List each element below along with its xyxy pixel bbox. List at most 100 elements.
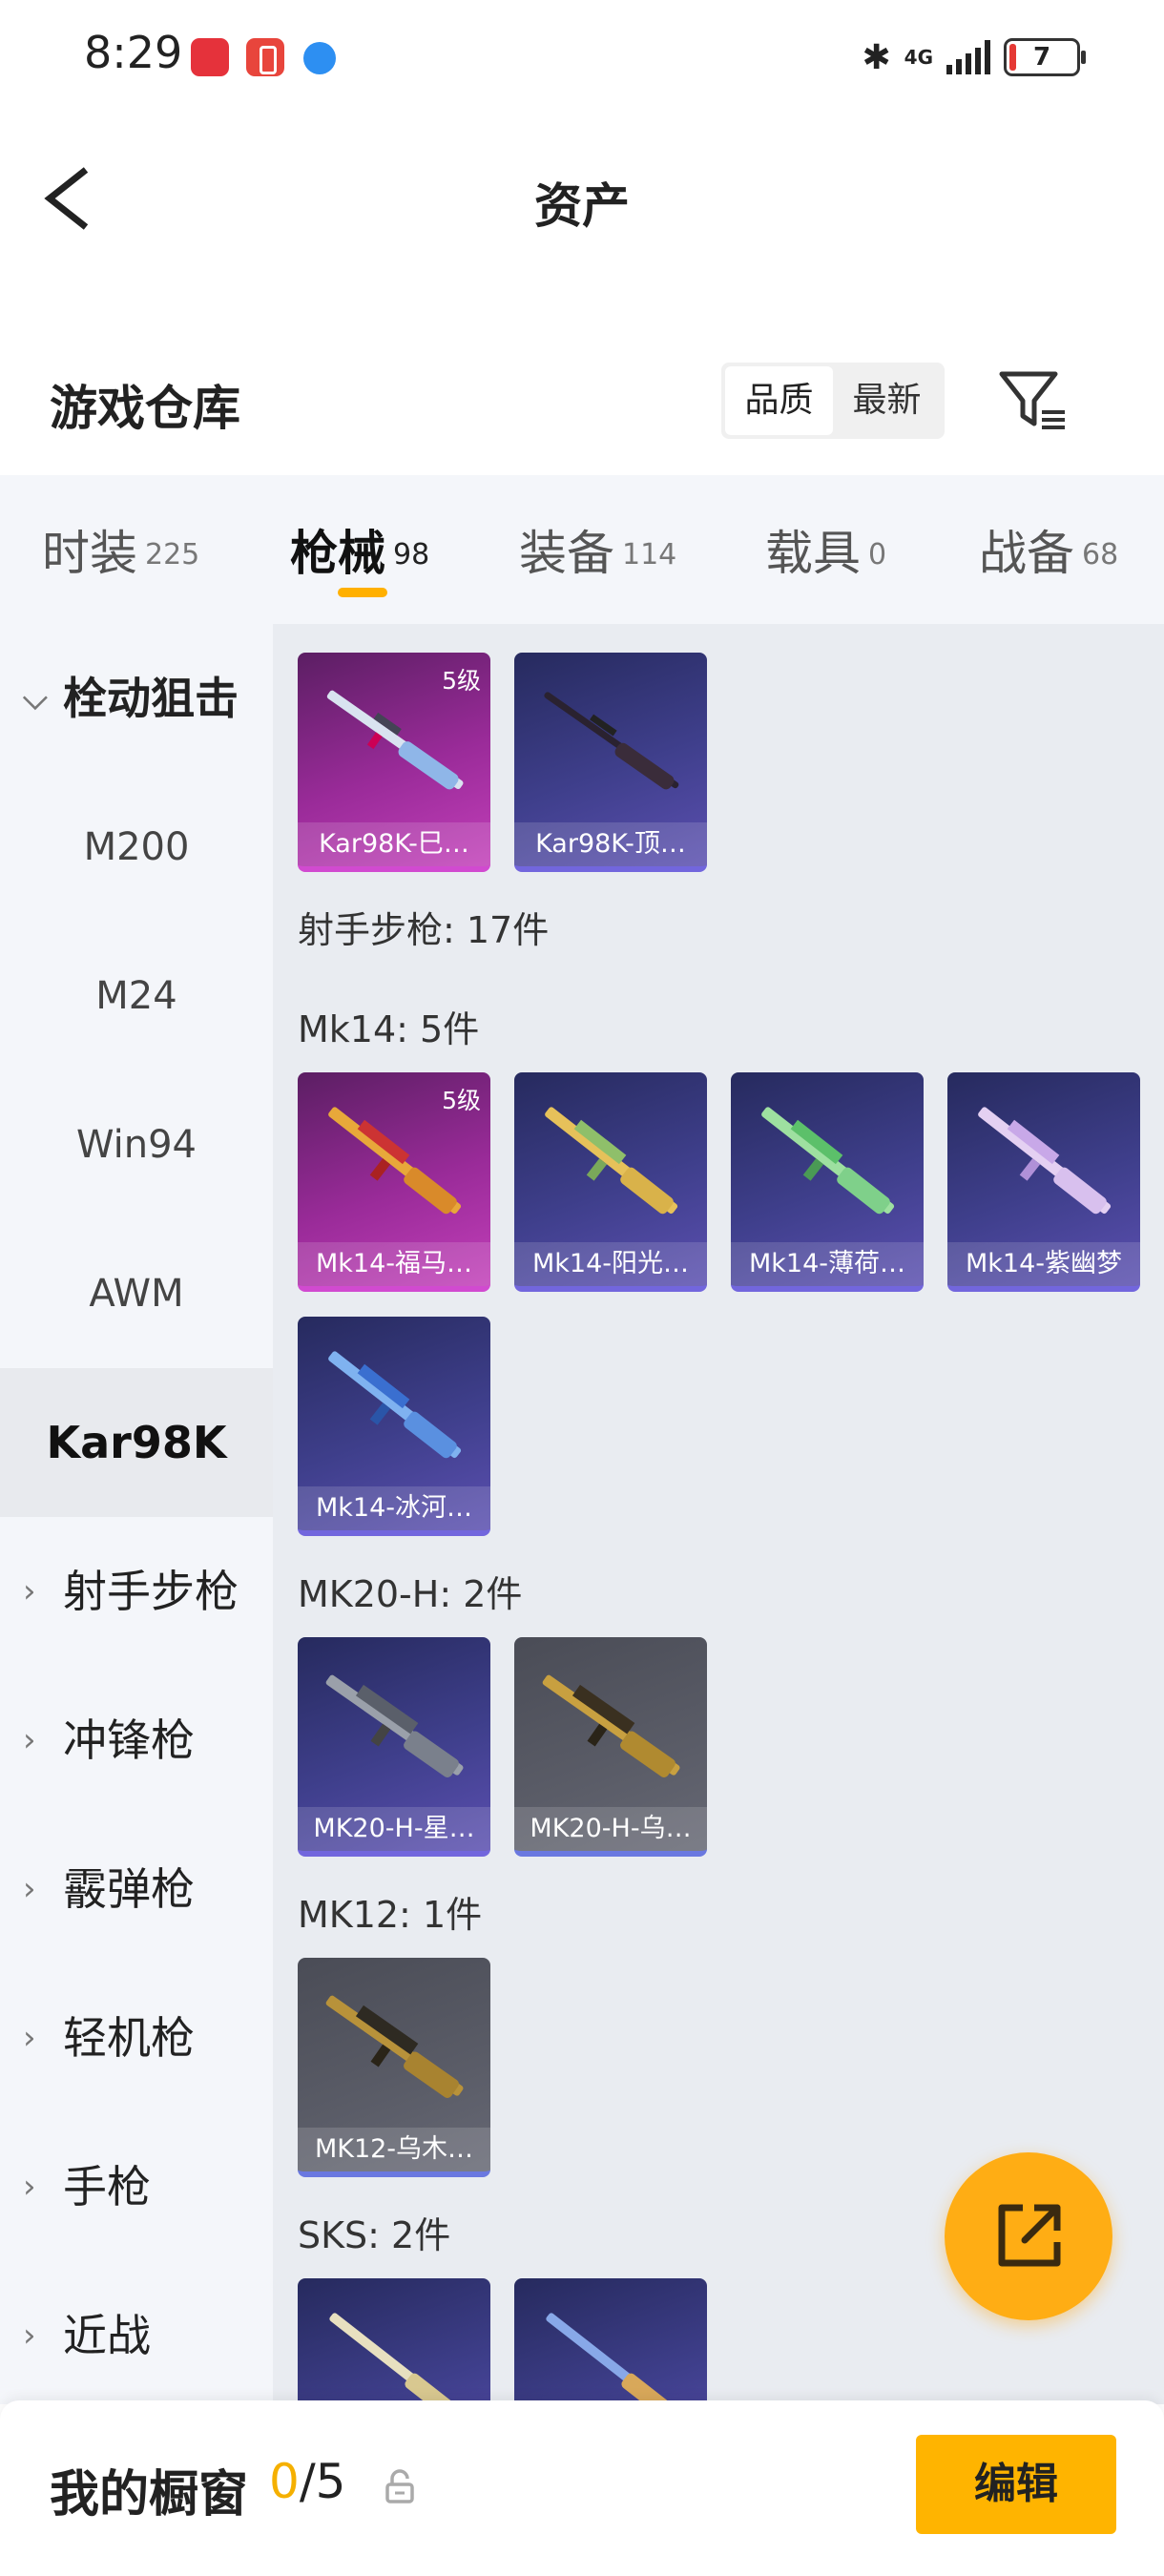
tab-label: 战备 bbox=[979, 526, 1074, 581]
network-type: 4G bbox=[904, 46, 933, 69]
sidebar-item-label: 近战 bbox=[63, 2310, 151, 2361]
tab-combat-gear[interactable]: 战备 68 bbox=[979, 515, 1118, 584]
chevron-right-icon: › bbox=[23, 2019, 36, 2057]
tab-label: 装备 bbox=[519, 526, 614, 581]
weapon-grid: 5级 Kar98K-巳… Kar98K-顶… 射手步枪: 17件 Mk14: 5… bbox=[273, 624, 1164, 2404]
tab-count: 98 bbox=[393, 537, 430, 571]
sidebar-item-m200[interactable]: M200 bbox=[0, 773, 273, 922]
status-time: 8:29 bbox=[84, 27, 183, 78]
status-indicators: ✱ 4G 7 bbox=[862, 32, 1086, 82]
chevron-right-icon: › bbox=[23, 2168, 36, 2206]
weapon-card[interactable]: Mk14-冰河… bbox=[298, 1317, 490, 1536]
chevron-right-icon: › bbox=[23, 2316, 36, 2355]
weapon-card[interactable]: MK12-乌木… bbox=[298, 1958, 490, 2177]
chevron-right-icon: › bbox=[23, 1870, 36, 1908]
tab-label: 时装 bbox=[42, 526, 137, 581]
rifle-image bbox=[325, 1674, 464, 1777]
share-external-icon bbox=[998, 2204, 1061, 2267]
card-level: 5级 bbox=[442, 667, 481, 695]
sidebar-item-shotgun[interactable]: › 霰弹枪 bbox=[0, 1815, 273, 1963]
tab-count: 225 bbox=[145, 537, 200, 571]
weapon-card[interactable]: 5级 Kar98K-巳… bbox=[298, 653, 490, 872]
card-name: Mk14-薄荷… bbox=[731, 1242, 924, 1286]
sidebar-item-kar98k[interactable]: Kar98K bbox=[0, 1368, 273, 1517]
card-name: Mk14-福马… bbox=[298, 1242, 490, 1286]
sidebar-item-marksman[interactable]: › 射手步枪 bbox=[0, 1517, 273, 1666]
weapon-card[interactable]: MK20-H-星… bbox=[298, 1637, 490, 1857]
weapon-card[interactable]: Mk14-薄荷… bbox=[731, 1072, 924, 1292]
sidebar-item-win94[interactable]: Win94 bbox=[0, 1070, 273, 1219]
card-name: MK20-H-乌… bbox=[514, 1807, 707, 1851]
weapon-card[interactable]: MK20-H-乌… bbox=[514, 1637, 707, 1857]
sidebar-item-m24[interactable]: M24 bbox=[0, 922, 273, 1070]
card-name: Kar98K-巳… bbox=[298, 822, 490, 866]
browser-app-icon bbox=[303, 42, 336, 74]
tab-vehicles[interactable]: 载具 0 bbox=[765, 515, 886, 584]
group-title: SKS: 2件 bbox=[298, 2214, 451, 2256]
battery-icon: 7 bbox=[1004, 38, 1086, 76]
weapon-card[interactable] bbox=[298, 2278, 490, 2404]
sidebar-item-label: 轻机枪 bbox=[63, 2012, 195, 2064]
sort-toggle: 品质 最新 bbox=[721, 363, 945, 439]
edit-button[interactable]: 编辑 bbox=[916, 2435, 1116, 2534]
sort-quality-button[interactable]: 品质 bbox=[725, 366, 833, 435]
sidebar-item-awm[interactable]: AWM bbox=[0, 1219, 273, 1368]
weapon-category-sidebar: ⌵ 栓动狙击 M200 M24 Win94 AWM Kar98K › 射手步枪 › 冲… bbox=[0, 624, 273, 2404]
rifle-image bbox=[978, 1107, 1112, 1215]
rifle-image bbox=[329, 2313, 462, 2404]
tab-label: 枪械 bbox=[290, 526, 385, 581]
sidebar-item-bolt-action[interactable]: ⌵ 栓动狙击 bbox=[0, 624, 273, 773]
tab-equipment[interactable]: 装备 114 bbox=[519, 515, 676, 584]
share-fab-button[interactable] bbox=[945, 2152, 1112, 2320]
lock-icon bbox=[385, 2469, 414, 2503]
sort-latest-button[interactable]: 最新 bbox=[833, 366, 941, 435]
rifle-image bbox=[761, 1107, 895, 1215]
card-name: Kar98K-顶… bbox=[514, 822, 707, 866]
sidebar-item-label: 冲锋枪 bbox=[63, 1714, 195, 1766]
rifle-image bbox=[542, 1674, 680, 1777]
card-name: Mk14-冰河… bbox=[298, 1486, 490, 1530]
showcase-count-total: /5 bbox=[299, 2454, 346, 2509]
status-bar: 8:29 ✱ 4G 7 bbox=[0, 0, 1164, 114]
weapon-card[interactable]: Mk14-阳光… bbox=[514, 1072, 707, 1292]
sidebar-item-label: 霰弹枪 bbox=[63, 1863, 195, 1915]
card-level: 5级 bbox=[442, 1087, 481, 1114]
tab-label: 载具 bbox=[765, 526, 861, 581]
filter-icon[interactable] bbox=[996, 364, 1069, 437]
sidebar-item-label: 手枪 bbox=[63, 2161, 151, 2212]
group-title: 射手步枪: 17件 bbox=[298, 909, 550, 951]
sidebar-item-melee[interactable]: › 近战 bbox=[0, 2261, 273, 2410]
card-name: MK12-乌木… bbox=[298, 2128, 490, 2171]
group-title: MK12: 1件 bbox=[298, 1894, 483, 1936]
showcase-title: 我的橱窗 bbox=[50, 2466, 249, 2524]
tab-fashion[interactable]: 时装 225 bbox=[42, 515, 199, 584]
group-title: Mk14: 5件 bbox=[298, 1008, 480, 1050]
showcase-count-current: 0 bbox=[269, 2454, 300, 2509]
sidebar-item-pistol[interactable]: › 手枪 bbox=[0, 2112, 273, 2261]
huawei-app-icon bbox=[191, 38, 229, 76]
rifle-image bbox=[328, 1351, 462, 1459]
group-title: MK20-H: 2件 bbox=[298, 1573, 523, 1615]
notification-app-icon bbox=[246, 38, 284, 76]
bluetooth-icon: ✱ bbox=[862, 37, 891, 77]
weapon-card[interactable]: Kar98K-顶… bbox=[514, 653, 707, 872]
weapon-card[interactable] bbox=[514, 2278, 707, 2404]
rifle-image bbox=[545, 1107, 678, 1215]
weapon-card[interactable]: 5级 Mk14-福马… bbox=[298, 1072, 490, 1292]
active-tab-indicator bbox=[338, 588, 387, 597]
chevron-right-icon: › bbox=[23, 1721, 36, 1759]
tab-count: 114 bbox=[622, 537, 677, 571]
sidebar-item-lmg[interactable]: › 轻机枪 bbox=[0, 1963, 273, 2112]
chevron-right-icon: › bbox=[23, 1572, 36, 1610]
rifle-image bbox=[325, 1995, 464, 2098]
weapon-card[interactable]: Mk14-紫幽梦 bbox=[947, 1072, 1140, 1292]
sidebar-item-smg[interactable]: › 冲锋枪 bbox=[0, 1666, 273, 1815]
signal-icon bbox=[946, 40, 990, 74]
category-tabs: 时装 225 枪械 98 装备 114 载具 0 战备 68 bbox=[0, 475, 1164, 624]
card-name: MK20-H-星… bbox=[298, 1807, 490, 1851]
warehouse-title: 游戏仓库 bbox=[50, 381, 240, 436]
tab-weapons[interactable]: 枪械 98 bbox=[290, 515, 429, 584]
page-title: 资产 bbox=[534, 178, 630, 234]
app-screen: 8:29 ✱ 4G 7 资产 游戏仓库 品质 最新 时装 225 枪械 98 装… bbox=[0, 0, 1164, 2576]
sidebar-item-label: 栓动狙击 bbox=[63, 673, 239, 724]
